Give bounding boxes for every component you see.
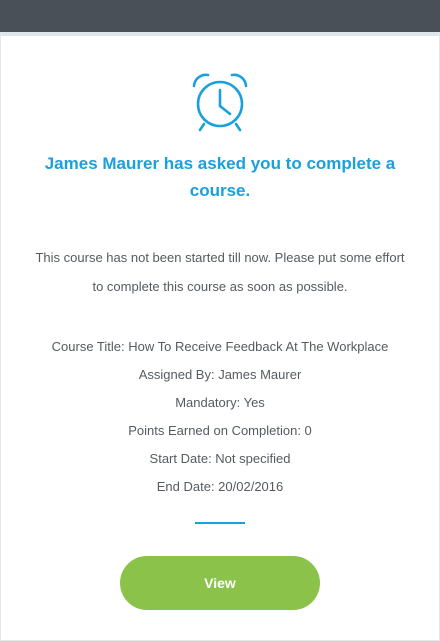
divider [195,522,245,524]
top-bar [0,0,440,32]
points-earned: Points Earned on Completion: 0 [128,423,312,438]
intro-text: This course has not been started till no… [35,250,405,294]
end-date: End Date: 20/02/2016 [156,479,284,494]
start-date: Start Date: Not specified [149,451,291,466]
mandatory: Mandatory: Yes [175,395,265,410]
alarm-clock-icon [192,73,248,132]
course-details: Course Title: How To Receive Feedback At… [20,333,420,501]
assigned-by: Assigned By: James Maurer [138,367,302,382]
view-button[interactable]: View [120,556,320,610]
headline: James Maurer has asked you to complete a… [44,154,396,200]
course-title: Course Title: How To Receive Feedback At… [51,339,389,354]
